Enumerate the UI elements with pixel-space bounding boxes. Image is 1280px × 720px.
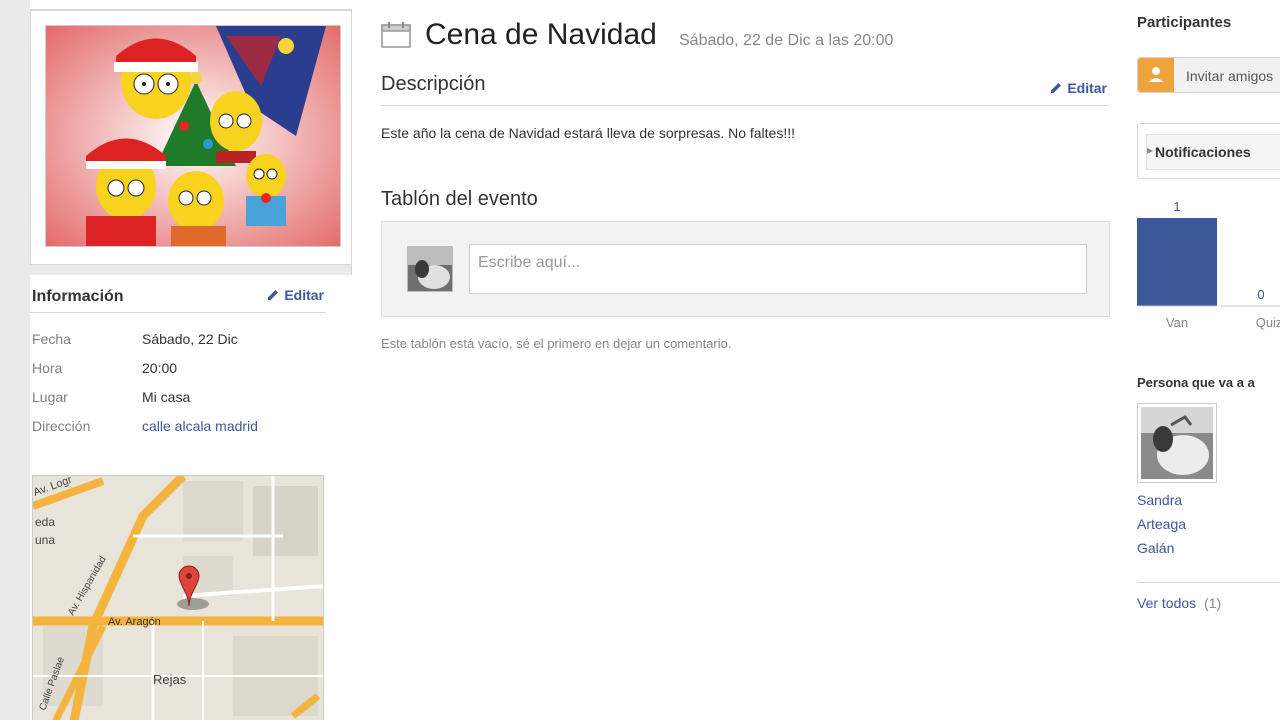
description-title: Descripción	[381, 73, 486, 95]
top-card-edge	[30, 0, 352, 10]
info-edit-label: Editar	[284, 287, 324, 303]
rsvp-bar	[1137, 218, 1217, 306]
description-edit-link[interactable]: Editar	[1049, 80, 1107, 96]
info-key: Hora	[32, 360, 63, 376]
divider	[1137, 582, 1280, 583]
info-value: Sábado, 22 Dic	[142, 331, 238, 347]
wall-comment-input[interactable]	[469, 244, 1087, 294]
address-link[interactable]: calle alcala madrid	[142, 418, 258, 447]
see-all-count: (1)	[1204, 595, 1222, 611]
attendee-photo	[1141, 407, 1213, 479]
info-edit-link[interactable]: Editar	[266, 287, 324, 303]
notifications-label[interactable]: Notificaciones	[1155, 144, 1251, 160]
main-content: Cena de Navidad Sábado, 22 de Dic a las …	[381, 0, 1111, 720]
info-row-time: Hora 20:00	[32, 360, 326, 389]
wall-composer	[381, 221, 1110, 317]
event-date: Sábado, 22 de Dic a las 20:00	[679, 32, 894, 49]
simpsons-christmas-image	[46, 26, 340, 246]
avatar[interactable]	[407, 246, 453, 292]
rsvp-value-label: 0	[1257, 287, 1264, 302]
attendee-name-line[interactable]: Galán	[1137, 540, 1174, 556]
attendee-name-line[interactable]: Sandra	[1137, 492, 1182, 508]
see-all-row: Ver todos (1)	[1137, 595, 1221, 611]
rsvp-category-label: Van	[1166, 315, 1188, 330]
rsvp-chart: 1 Van 0 Quizás v	[1137, 199, 1280, 330]
info-value: 20:00	[142, 360, 178, 376]
info-row-place: Lugar Mi casa	[32, 389, 326, 418]
info-card: Información Editar Fecha Sábado, 22 Dic …	[30, 275, 352, 720]
info-key: Dirección	[32, 418, 91, 434]
map-graphic: Av. Logr eda una Av. Hispanidad Av. Arag…	[33, 476, 323, 720]
info-key: Lugar	[32, 389, 68, 405]
pencil-icon	[268, 290, 279, 300]
info-key: Fecha	[32, 331, 71, 347]
event-photo[interactable]	[45, 25, 341, 247]
attendee-avatar[interactable]	[1137, 403, 1217, 483]
event-photo-card	[30, 10, 352, 265]
location-map[interactable]: Av. Logr eda una Av. Hispanidad Av. Arag…	[32, 475, 324, 720]
calendar-icon	[381, 22, 411, 48]
pencil-icon	[1051, 83, 1062, 93]
rsvp-value-label: 1	[1173, 199, 1180, 214]
info-row-address: Dirección calle alcala madrid	[32, 418, 326, 447]
map-label: Av. Aragón	[108, 616, 161, 628]
description-edit-label: Editar	[1067, 80, 1107, 96]
info-value: Mi casa	[142, 389, 191, 405]
info-rows: Fecha Sábado, 22 Dic Hora 20:00 Lugar Mi…	[32, 331, 326, 447]
map-label: eda	[35, 515, 55, 529]
wall-title: Tablón del evento	[381, 188, 538, 210]
participants-title: Participantes	[1137, 14, 1232, 31]
left-column: Información Editar Fecha Sábado, 22 Dic …	[0, 0, 352, 720]
attendee-name-line[interactable]: Arteaga	[1137, 516, 1186, 532]
see-all-link[interactable]: Ver todos	[1137, 595, 1196, 611]
map-label: Rejas	[153, 672, 187, 687]
invite-friends-button[interactable]: Invitar amigos	[1137, 57, 1280, 93]
description-header: Descripción Editar	[381, 70, 1109, 106]
participants-sidebar: Participantes Invitar amigos ▸ Notificac…	[1137, 0, 1280, 720]
attending-heading: Persona que va a a	[1137, 375, 1255, 390]
user-photo	[408, 247, 452, 291]
rsvp-category-label: Quizás v	[1256, 315, 1280, 330]
info-header: Información Editar	[30, 275, 326, 313]
description-text: Este año la cena de Navidad estará lleva…	[381, 125, 796, 141]
user-icon	[1149, 67, 1163, 82]
invite-icon-box	[1138, 58, 1174, 92]
info-row-date: Fecha Sábado, 22 Dic	[32, 331, 326, 360]
wall-empty-message: Este tablón está vacío, sé el primero en…	[381, 336, 732, 351]
caret-right-icon: ▸	[1147, 143, 1154, 157]
map-label: una	[35, 533, 55, 547]
event-title: Cena de Navidad	[425, 18, 657, 51]
invite-label: Invitar amigos	[1186, 68, 1274, 84]
info-title: Información	[32, 288, 124, 305]
